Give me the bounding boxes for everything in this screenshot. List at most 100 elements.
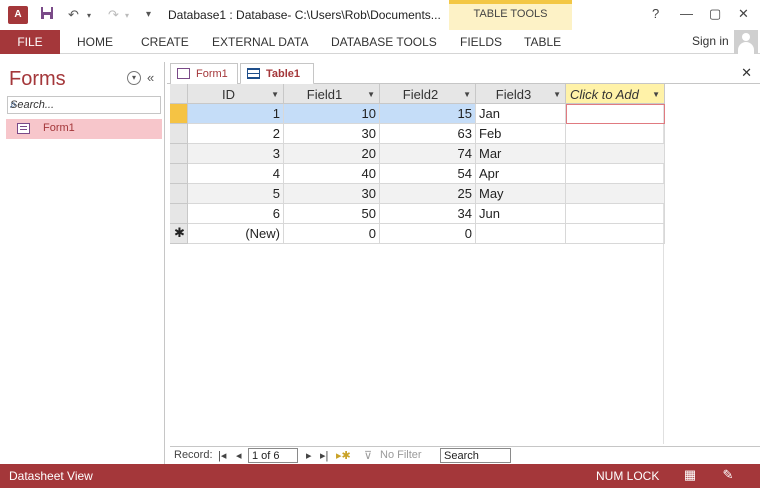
minimize-button[interactable]: — [680,6,693,21]
column-header-field3[interactable]: Field3 ▼ [476,84,566,104]
table-cell[interactable]: 30 [284,184,380,204]
column-header-field1[interactable]: Field1 ▼ [284,84,380,104]
column-sort-icon[interactable]: ▼ [553,90,561,99]
nav-item-form1[interactable]: Form1 [6,119,162,139]
table-cell[interactable]: 63 [380,124,476,144]
record-selector[interactable] [170,164,188,184]
first-record-icon[interactable]: |◂ [218,449,226,462]
previous-record-icon[interactable]: ◂ [236,449,242,462]
new-record-icon[interactable]: ▸✱ [336,449,351,462]
avatar[interactable] [734,30,758,54]
table-cell[interactable] [566,144,665,164]
table-cell[interactable]: 30 [284,124,380,144]
document-tabs: Form1 Table1 ✕ [167,62,760,85]
close-document-icon[interactable]: ✕ [741,65,752,81]
table-cell[interactable]: 6 [188,204,284,224]
table-cell[interactable]: 4 [188,164,284,184]
table-cell[interactable]: 5 [188,184,284,204]
table-cell[interactable]: 1 [188,104,284,124]
tab-external-data[interactable]: EXTERNAL DATA [212,35,308,49]
table-cell-new[interactable] [476,224,566,244]
new-record-selector[interactable]: ✱ [170,224,188,244]
table-cell[interactable]: 2 [188,124,284,144]
column-sort-icon[interactable]: ▼ [271,90,279,99]
redo-icon[interactable]: ↷ [108,7,119,23]
table-cell[interactable]: 50 [284,204,380,224]
column-header-label: Field1 [306,87,343,102]
record-selector[interactable] [170,184,188,204]
table-cell[interactable]: 25 [380,184,476,204]
save-icon[interactable] [40,6,54,23]
table-cell[interactable] [566,164,665,184]
nav-collapse-icon[interactable]: « [147,70,154,85]
table-cell-new[interactable]: (New) [188,224,284,244]
design-view-icon[interactable]: ✎ [719,467,737,483]
table-cell[interactable]: Apr [476,164,566,184]
customize-toolbar-icon[interactable]: ▾ [146,9,151,20]
column-header-click-to-add[interactable]: Click to Add ▼ [566,84,665,104]
nav-item-label: Form1 [43,122,75,134]
table-cell[interactable]: May [476,184,566,204]
table-cell[interactable]: 74 [380,144,476,164]
search-icon[interactable]: ⌕ [10,97,158,112]
table-cell[interactable]: Mar [476,144,566,164]
record-selector[interactable] [170,124,188,144]
form-icon [177,68,190,79]
table-cell[interactable]: 54 [380,164,476,184]
record-selector[interactable] [170,144,188,164]
record-search-input[interactable]: Search [440,448,511,463]
doc-tab-form1[interactable]: Form1 [170,63,238,84]
column-header-id[interactable]: ID ▼ [188,84,284,104]
column-header-field2[interactable]: Field2 ▼ [380,84,476,104]
last-record-icon[interactable]: ▸| [320,449,328,462]
column-sort-icon[interactable]: ▼ [463,90,471,99]
nav-category-dropdown-icon[interactable]: ▾ [127,71,141,85]
help-button[interactable]: ? [652,6,659,21]
filter-status[interactable]: No Filter [380,449,422,461]
table-cell[interactable] [566,124,665,144]
doc-tab-label: Form1 [196,68,228,80]
record-selector[interactable] [170,104,188,124]
current-record-input[interactable]: 1 of 6 [248,448,298,463]
nav-pane-title[interactable]: Forms [9,68,66,91]
column-sort-icon[interactable]: ▼ [367,90,375,99]
undo-dropdown-icon[interactable]: ▾ [87,11,91,20]
datasheet-view-icon[interactable]: ▦ [681,467,699,483]
nav-search-input[interactable]: Search... ⌕ [7,96,161,114]
tab-create[interactable]: CREATE [141,35,189,49]
select-all-corner[interactable] [170,84,188,104]
access-app-icon[interactable]: A [8,6,28,24]
table-cell[interactable]: Jun [476,204,566,224]
table-cell[interactable]: Feb [476,124,566,144]
doc-tab-table1[interactable]: Table1 [240,63,314,85]
restore-button[interactable]: ▢ [709,6,721,22]
filter-icon[interactable]: ⊽ [364,449,372,462]
table-cell[interactable]: 34 [380,204,476,224]
redo-dropdown-icon[interactable]: ▾ [125,11,129,20]
table-cell[interactable]: Jan [476,104,566,124]
title-bar: A ↶ ▾ ↷ ▾ ▾ Database1 : Database- C:\Use… [0,0,760,53]
tab-file[interactable]: FILE [0,30,60,54]
table-cell[interactable]: 15 [380,104,476,124]
tab-table[interactable]: TABLE [524,35,561,49]
table-cell[interactable]: 40 [284,164,380,184]
table-cell[interactable]: 3 [188,144,284,164]
record-selector[interactable] [170,204,188,224]
table-cell[interactable] [566,204,665,224]
sign-in-link[interactable]: Sign in [692,34,729,48]
new-record-icon: ✱ [174,225,185,240]
table-cell[interactable]: 20 [284,144,380,164]
tab-database-tools[interactable]: DATABASE TOOLS [331,35,437,49]
next-record-icon[interactable]: ▸ [306,449,312,462]
undo-icon[interactable]: ↶ [68,7,79,23]
close-button[interactable]: ✕ [738,6,749,22]
table-cell-new[interactable]: 0 [284,224,380,244]
table-cell-active[interactable] [566,104,665,124]
column-sort-icon[interactable]: ▼ [652,90,660,99]
table-cell-new[interactable] [566,224,665,244]
tab-home[interactable]: HOME [77,35,113,49]
table-cell[interactable]: 10 [284,104,380,124]
tab-fields[interactable]: FIELDS [460,35,502,49]
table-cell-new[interactable]: 0 [380,224,476,244]
table-cell[interactable] [566,184,665,204]
